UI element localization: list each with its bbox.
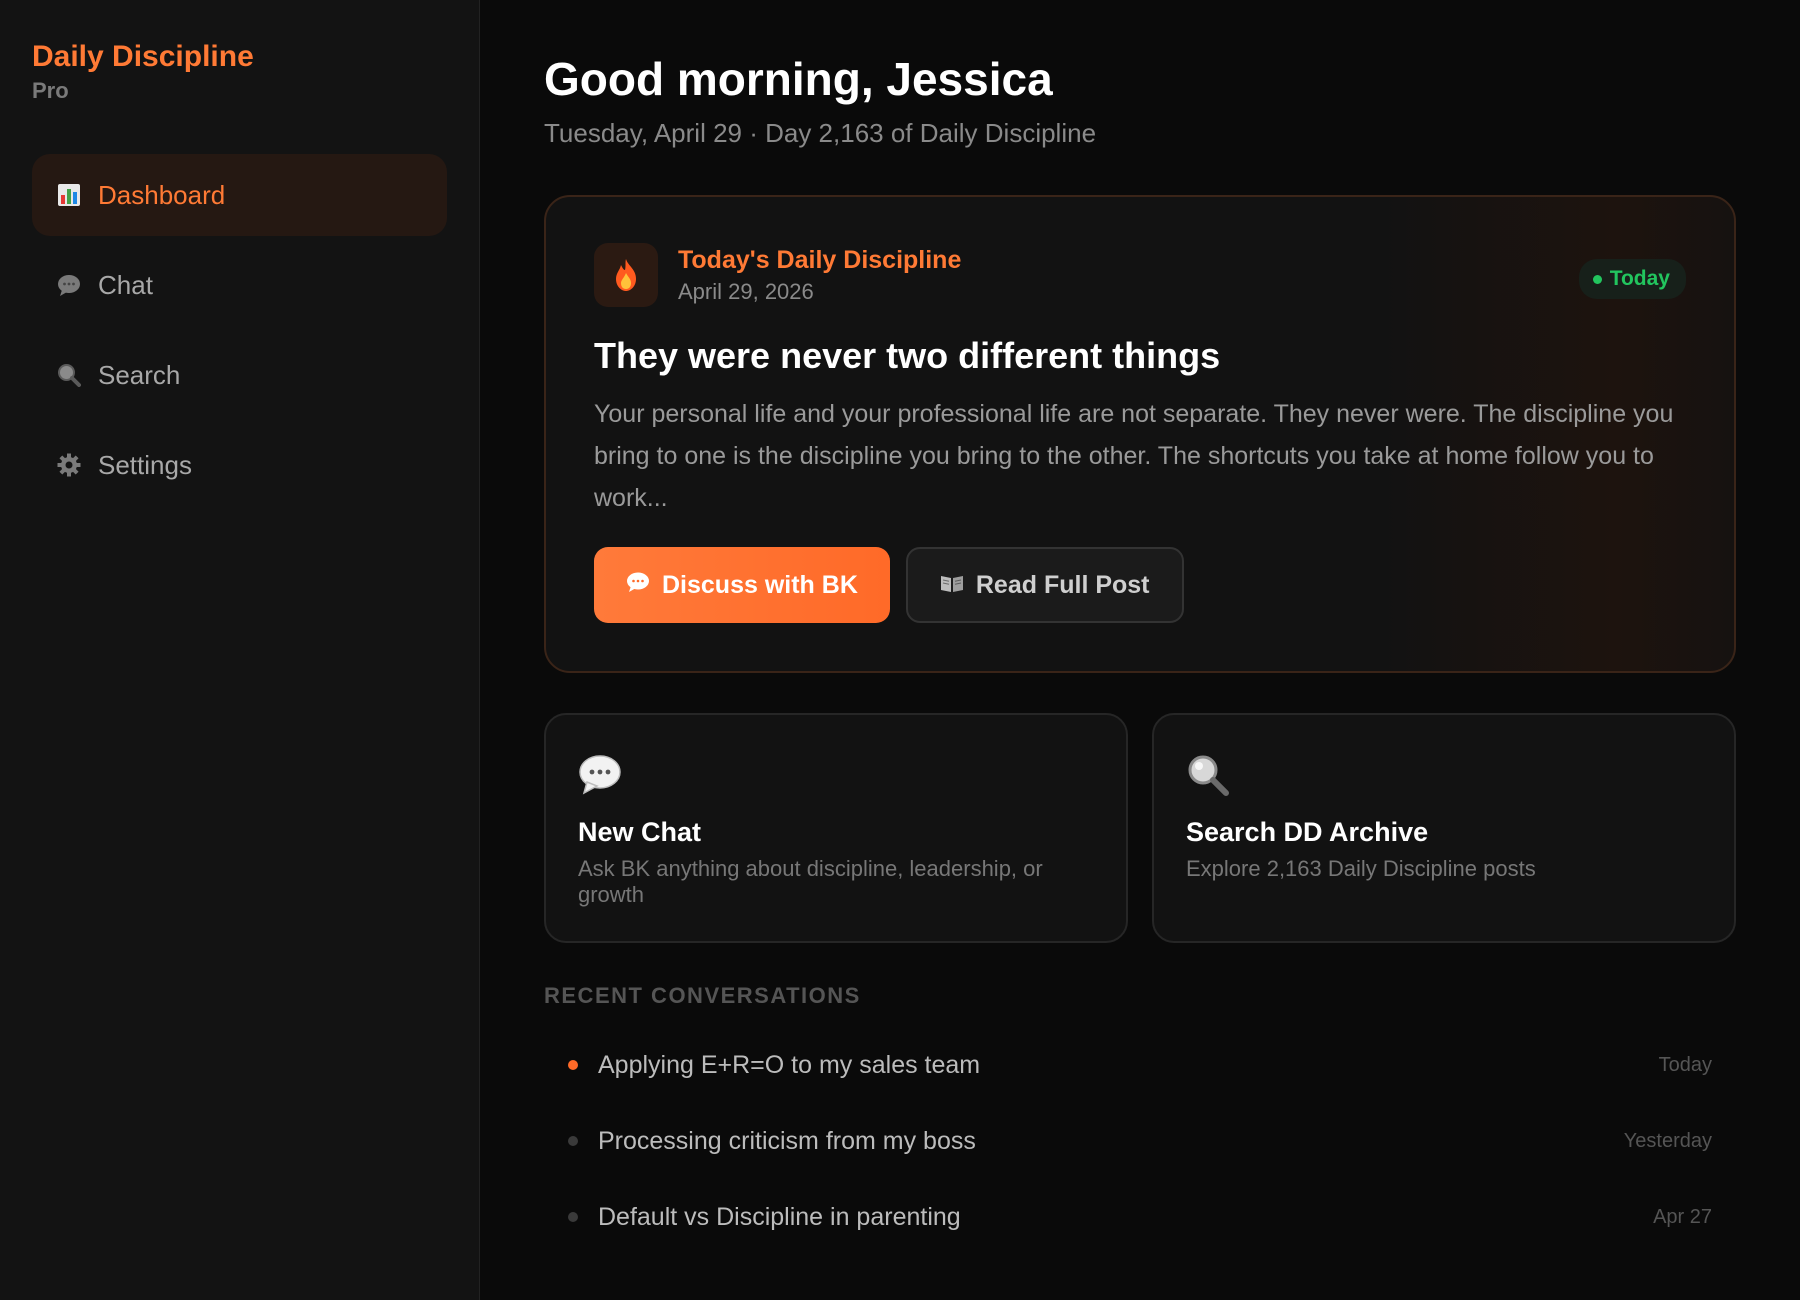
- status-badge: Today: [1578, 259, 1686, 299]
- book-icon: [940, 571, 964, 600]
- featured-actions: Discuss with BK Read Full Post: [594, 547, 1686, 623]
- brand-tier: Pro: [32, 78, 69, 103]
- sidebar-item-label: Dashboard: [98, 179, 226, 210]
- featured-meta: Today's Daily Discipline April 29, 2026: [678, 246, 961, 305]
- featured-label: Today's Daily Discipline: [678, 245, 962, 274]
- read-full-post-label: Read Full Post: [975, 570, 1150, 599]
- conversation-title: Applying E+R=O to my sales team: [598, 1050, 981, 1079]
- brand[interactable]: Daily Discipline Pro: [32, 40, 447, 104]
- magnifier-icon: [56, 362, 82, 388]
- sidebar-item-chat[interactable]: Chat: [32, 244, 447, 326]
- sidebar-item-search[interactable]: Search: [32, 334, 447, 416]
- card-description: Explore 2,163 Daily Discipline posts: [1186, 856, 1536, 881]
- sidebar-item-label: Search: [98, 359, 181, 390]
- featured-header: Today's Daily Discipline April 29, 2026: [594, 243, 1686, 307]
- sidebar: Daily Discipline Pro Dashboard Chat Sear…: [0, 0, 480, 1300]
- status-badge-label: Today: [1609, 267, 1670, 290]
- conversation-time: Yesterday: [1623, 1129, 1712, 1152]
- sidebar-item-settings[interactable]: Settings: [32, 424, 447, 506]
- status-dot-icon: [1592, 274, 1602, 284]
- card-description: Ask BK anything about discipline, leader…: [578, 856, 1043, 907]
- discuss-button[interactable]: Discuss with BK: [594, 547, 890, 623]
- featured-excerpt: Your personal life and your professional…: [594, 400, 1674, 512]
- sidebar-item-label: Chat: [98, 269, 153, 300]
- active-dot-icon: [568, 1060, 578, 1070]
- new-chat-card[interactable]: New Chat Ask BK anything about disciplin…: [544, 713, 1128, 943]
- chart-icon: [56, 182, 82, 208]
- quick-actions: New Chat Ask BK anything about disciplin…: [544, 713, 1736, 943]
- recent-conversations-list: Applying E+R=O to my sales team Today Pr…: [544, 1027, 1736, 1255]
- list-item[interactable]: Default vs Discipline in parenting Apr 2…: [544, 1179, 1736, 1255]
- featured-post-card: Today's Daily Discipline April 29, 2026 …: [544, 195, 1736, 673]
- page-subtitle: Tuesday, April 29 · Day 2,163 of Daily D…: [544, 118, 1097, 148]
- list-item[interactable]: Processing criticism from my boss Yester…: [544, 1103, 1736, 1179]
- speech-bubble-icon: [56, 272, 82, 298]
- discuss-button-label: Discuss with BK: [662, 570, 858, 599]
- read-full-post-button[interactable]: Read Full Post: [905, 547, 1184, 623]
- conversation-title: Default vs Discipline in parenting: [598, 1202, 961, 1231]
- conversation-time: Apr 27: [1653, 1205, 1712, 1228]
- inactive-dot-icon: [568, 1212, 578, 1222]
- featured-date: April 29, 2026: [678, 278, 814, 304]
- card-title: Search DD Archive: [1186, 817, 1429, 847]
- magnifier-icon: [1186, 753, 1230, 797]
- sidebar-item-dashboard[interactable]: Dashboard: [32, 154, 447, 236]
- brand-name: Daily Discipline: [32, 40, 254, 73]
- main-content: Good morning, Jessica Tuesday, April 29 …: [480, 0, 1800, 1300]
- app-root: Daily Discipline Pro Dashboard Chat Sear…: [0, 0, 1800, 1300]
- sidebar-nav: Dashboard Chat Search Settings: [32, 154, 447, 506]
- page-title: Good morning, Jessica: [544, 53, 1053, 105]
- conversation-title: Processing criticism from my boss: [598, 1126, 976, 1155]
- conversation-time: Today: [1658, 1053, 1712, 1076]
- recent-conversations-heading: RECENT CONVERSATIONS: [544, 983, 861, 1008]
- speech-bubble-icon: [626, 571, 650, 600]
- sidebar-item-label: Settings: [98, 449, 192, 480]
- fire-icon: [594, 243, 658, 307]
- inactive-dot-icon: [568, 1136, 578, 1146]
- speech-bubble-icon: [578, 753, 622, 797]
- gear-icon: [56, 452, 82, 478]
- list-item[interactable]: Applying E+R=O to my sales team Today: [544, 1027, 1736, 1103]
- featured-title: They were never two different things: [594, 335, 1221, 376]
- search-archive-card[interactable]: Search DD Archive Explore 2,163 Daily Di…: [1152, 713, 1736, 943]
- card-title: New Chat: [578, 817, 702, 847]
